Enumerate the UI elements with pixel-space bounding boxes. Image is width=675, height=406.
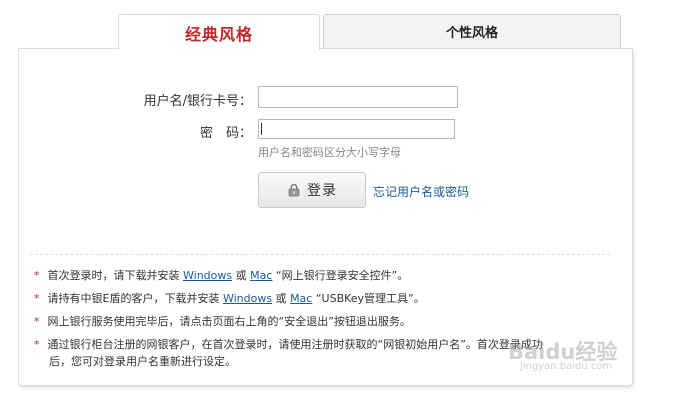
note-text: 网上银行服务使用完毕后，请点击页面右上角的“安全退出”按钮退出服务。: [47, 315, 411, 328]
username-label: 用户名/银行卡号：: [143, 94, 252, 109]
lock-icon: [288, 183, 300, 197]
note-bullet: *: [34, 292, 40, 305]
note-text: 后，您可对登录用户名重新进行设定。: [49, 355, 236, 368]
note-bullet: *: [34, 269, 40, 282]
password-input[interactable]: [258, 119, 455, 139]
tab-classic-style-label: 经典风格: [184, 24, 253, 44]
note-text: 或: [272, 292, 291, 305]
note-item: * 网上银行服务使用完毕后，请点击页面右上角的“安全退出”按钮退出服务。: [34, 313, 411, 330]
note-text: “USBKey管理工具”。: [312, 292, 425, 305]
note-text: 请持有中银E盾的客户，下载并安装: [47, 292, 223, 305]
login-button-label: 登录: [307, 183, 337, 199]
baidu-watermark-url: jingyan.baidu.com: [520, 361, 613, 372]
case-hint: 用户名和密码区分大小写字母: [258, 146, 401, 159]
windows-usbkey-link[interactable]: Windows: [223, 292, 272, 305]
tab-personal-style-label: 个性风格: [445, 26, 498, 41]
note-item: * 请持有中银E盾的客户，下载并安装 Windows 或 Mac “USBKey管…: [34, 290, 425, 307]
note-text: 首次登录时，请下载并安装: [47, 269, 183, 282]
password-label: 密 码：: [199, 126, 252, 141]
forgot-credentials-link[interactable]: 忘记用户名或密码: [373, 183, 469, 200]
note-item: * 首次登录时，请下载并安装 Windows 或 Mac “网上银行登录安全控件”…: [34, 267, 408, 284]
mac-download-link[interactable]: Mac: [250, 269, 272, 282]
tab-classic-style[interactable]: 经典风格: [118, 14, 320, 50]
mac-usbkey-link[interactable]: Mac: [290, 292, 312, 305]
note-bullet: *: [34, 315, 40, 328]
username-input[interactable]: [258, 86, 458, 108]
note-text: “网上银行登录安全控件”。: [272, 269, 409, 282]
text-cursor: [261, 123, 262, 135]
windows-download-link[interactable]: Windows: [183, 269, 232, 282]
divider: [30, 254, 610, 255]
note-text: 通过银行柜台注册的网银客户，在首次登录时，请使用注册时获取的“网银初始用户名”。…: [47, 338, 543, 351]
login-button[interactable]: 登录: [258, 172, 366, 208]
note-text: 或: [232, 269, 251, 282]
note-bullet: *: [34, 338, 40, 351]
tab-personal-style[interactable]: 个性风格: [323, 14, 621, 49]
